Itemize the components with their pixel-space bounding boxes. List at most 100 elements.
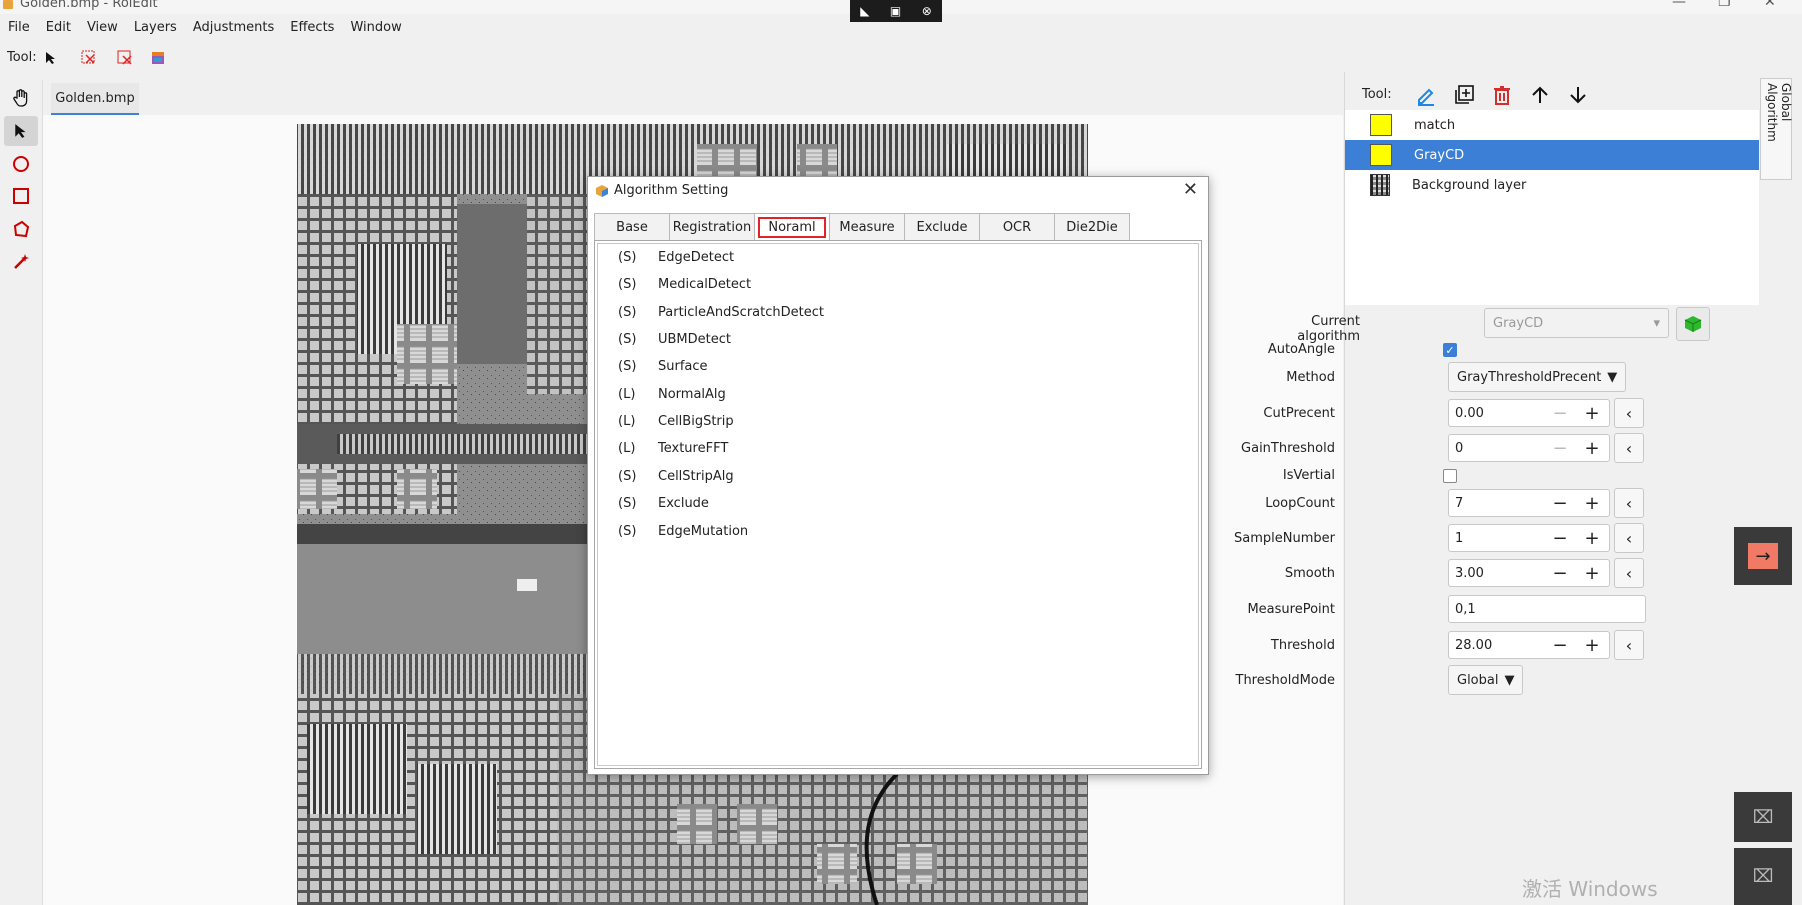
remote-control-bar: ◣ ▣ ⊗	[850, 0, 942, 22]
document-tab[interactable]: Golden.bmp	[51, 83, 139, 115]
smooth-back-button[interactable]: ‹	[1614, 558, 1644, 588]
threshold-decrement[interactable]: −	[1546, 631, 1574, 659]
cut-precent-increment[interactable]: +	[1578, 399, 1606, 427]
algorithm-cube-button[interactable]	[1676, 307, 1710, 341]
minimize-icon[interactable]: —	[1672, 0, 1686, 10]
list-item[interactable]: (S) MedicalDetect	[618, 277, 751, 297]
side-panel-button-1[interactable]: ⌧	[1734, 792, 1792, 842]
menu-file[interactable]: File	[0, 17, 38, 39]
dialog-close-icon[interactable]: ✕	[1183, 179, 1198, 200]
magic-wand-icon[interactable]	[4, 246, 38, 276]
list-item[interactable]: (S) Exclude	[618, 496, 709, 516]
chevron-down-icon: ▾	[1653, 315, 1660, 331]
threshold-back-button[interactable]: ‹	[1614, 630, 1644, 660]
dialog-title-bar: Algorithm Setting	[596, 183, 728, 198]
pointer-tool-icon[interactable]	[4, 116, 38, 146]
loop-count-back-button[interactable]: ‹	[1614, 488, 1644, 518]
tab-noraml[interactable]: Noraml	[755, 213, 830, 241]
close-remote-icon[interactable]: ⊗	[922, 4, 932, 18]
tab-measure[interactable]: Measure	[830, 213, 905, 241]
layer-row-background[interactable]: Background layer	[1345, 170, 1759, 200]
side-collapse-button[interactable]: →	[1734, 527, 1792, 585]
move-down-icon[interactable]	[1567, 84, 1589, 106]
left-toolbar	[0, 80, 43, 905]
pin-icon[interactable]: ◣	[860, 4, 869, 18]
close-window-icon[interactable]: ✕	[1764, 0, 1776, 10]
cut-icon: ⌧	[1752, 806, 1774, 828]
current-algorithm-label: Current algorithm	[1297, 314, 1360, 344]
menu-effects[interactable]: Effects	[282, 17, 342, 39]
menu-view[interactable]: View	[79, 17, 126, 39]
is-vertial-checkbox[interactable]	[1443, 469, 1457, 483]
gain-threshold-decrement[interactable]: −	[1546, 434, 1574, 462]
layer-row-match[interactable]: match	[1345, 110, 1759, 140]
gain-threshold-increment[interactable]: +	[1578, 434, 1606, 462]
tab-exclude[interactable]: Exclude	[905, 213, 980, 241]
smooth-increment[interactable]: +	[1578, 559, 1606, 587]
list-item[interactable]: (S) CellStripAlg	[618, 469, 734, 489]
menu-edit[interactable]: Edit	[38, 17, 79, 39]
measure-point-input[interactable]: 0,1	[1448, 595, 1646, 623]
auto-angle-checkbox[interactable]: ✓	[1443, 343, 1457, 357]
list-item[interactable]: (L) NormalAlg	[618, 387, 726, 407]
list-item[interactable]: (L) TextureFFT	[618, 441, 728, 461]
list-item[interactable]: (S) ParticleAndScratchDetect	[618, 305, 824, 325]
loop-count-increment[interactable]: +	[1578, 489, 1606, 517]
restore-icon[interactable]: ❐	[1718, 0, 1731, 10]
sample-number-back-button[interactable]: ‹	[1614, 523, 1644, 553]
circle-tool-icon[interactable]	[4, 149, 38, 179]
list-item[interactable]: (L) CellBigStrip	[618, 414, 734, 434]
current-algorithm-select[interactable]: GrayCD ▾	[1484, 308, 1669, 338]
sample-number-decrement[interactable]: −	[1546, 524, 1574, 552]
menu-adjustments[interactable]: Adjustments	[185, 17, 282, 39]
dialog-app-icon	[596, 184, 608, 197]
screen-icon[interactable]: ▣	[890, 4, 901, 18]
tab-base[interactable]: Base	[594, 213, 670, 241]
gain-threshold-back-button[interactable]: ‹	[1614, 433, 1644, 463]
image-settings-icon[interactable]	[147, 47, 169, 69]
tab-registration[interactable]: Registration	[670, 213, 755, 241]
delete-roi-icon[interactable]	[78, 47, 100, 69]
smooth-decrement[interactable]: −	[1546, 559, 1574, 587]
add-layer-icon[interactable]	[1453, 84, 1475, 106]
algorithm-list: (S) EdgeDetect (S) MedicalDetect (S) Partic…	[594, 240, 1202, 769]
select-arrow-icon[interactable]	[40, 47, 62, 69]
caret-down-icon: ▼	[1607, 369, 1618, 385]
method-dropdown[interactable]: GrayThresholdPrecent ▼	[1448, 362, 1627, 392]
threshold-label: Threshold	[1270, 638, 1335, 653]
measure-point-label: MeasurePoint	[1247, 602, 1335, 617]
dialog-tabs: Base Registration Noraml Measure Exclude…	[594, 213, 1130, 241]
edit-layer-icon[interactable]	[1415, 84, 1437, 106]
layer-thumbnail	[1370, 174, 1390, 196]
list-item[interactable]: (S) EdgeDetect	[618, 250, 734, 270]
menu-layers[interactable]: Layers	[126, 17, 185, 39]
cut-precent-back-button[interactable]: ‹	[1614, 398, 1644, 428]
threshold-mode-dropdown[interactable]: Global ▼	[1448, 665, 1524, 695]
threshold-mode-label: ThresholdMode	[1235, 673, 1336, 688]
sample-number-increment[interactable]: +	[1578, 524, 1606, 552]
threshold-increment[interactable]: +	[1578, 631, 1606, 659]
rectangle-tool-icon[interactable]	[4, 181, 38, 211]
delete-all-roi-icon[interactable]	[114, 47, 136, 69]
dialog-title: Algorithm Setting	[614, 183, 729, 198]
global-algorithm-side-tab[interactable]: Global Algorithm	[1760, 78, 1793, 180]
tab-ocr[interactable]: OCR	[980, 213, 1055, 241]
activation-watermark: 激活 Windows	[1522, 877, 1658, 901]
hand-tool-icon[interactable]	[4, 83, 38, 113]
delete-layer-icon[interactable]	[1491, 84, 1513, 106]
cube-icon	[1684, 316, 1702, 332]
list-item[interactable]: (S) UBMDetect	[618, 332, 731, 352]
layer-name: match	[1414, 117, 1456, 133]
is-vertial-label: IsVertial	[1282, 468, 1335, 483]
polygon-tool-icon[interactable]	[4, 214, 38, 244]
layer-row-graycd[interactable]: GrayCD	[1345, 140, 1759, 170]
list-item[interactable]: (S) Surface	[618, 359, 708, 379]
tab-die2die[interactable]: Die2Die	[1055, 213, 1130, 241]
menu-window[interactable]: Window	[342, 17, 409, 39]
layer-color-swatch	[1370, 114, 1392, 136]
cut-precent-decrement[interactable]: −	[1546, 399, 1574, 427]
side-panel-button-2[interactable]: ⌧	[1734, 848, 1792, 905]
loop-count-decrement[interactable]: −	[1546, 489, 1574, 517]
move-up-icon[interactable]	[1529, 84, 1551, 106]
list-item[interactable]: (S) EdgeMutation	[618, 524, 748, 544]
